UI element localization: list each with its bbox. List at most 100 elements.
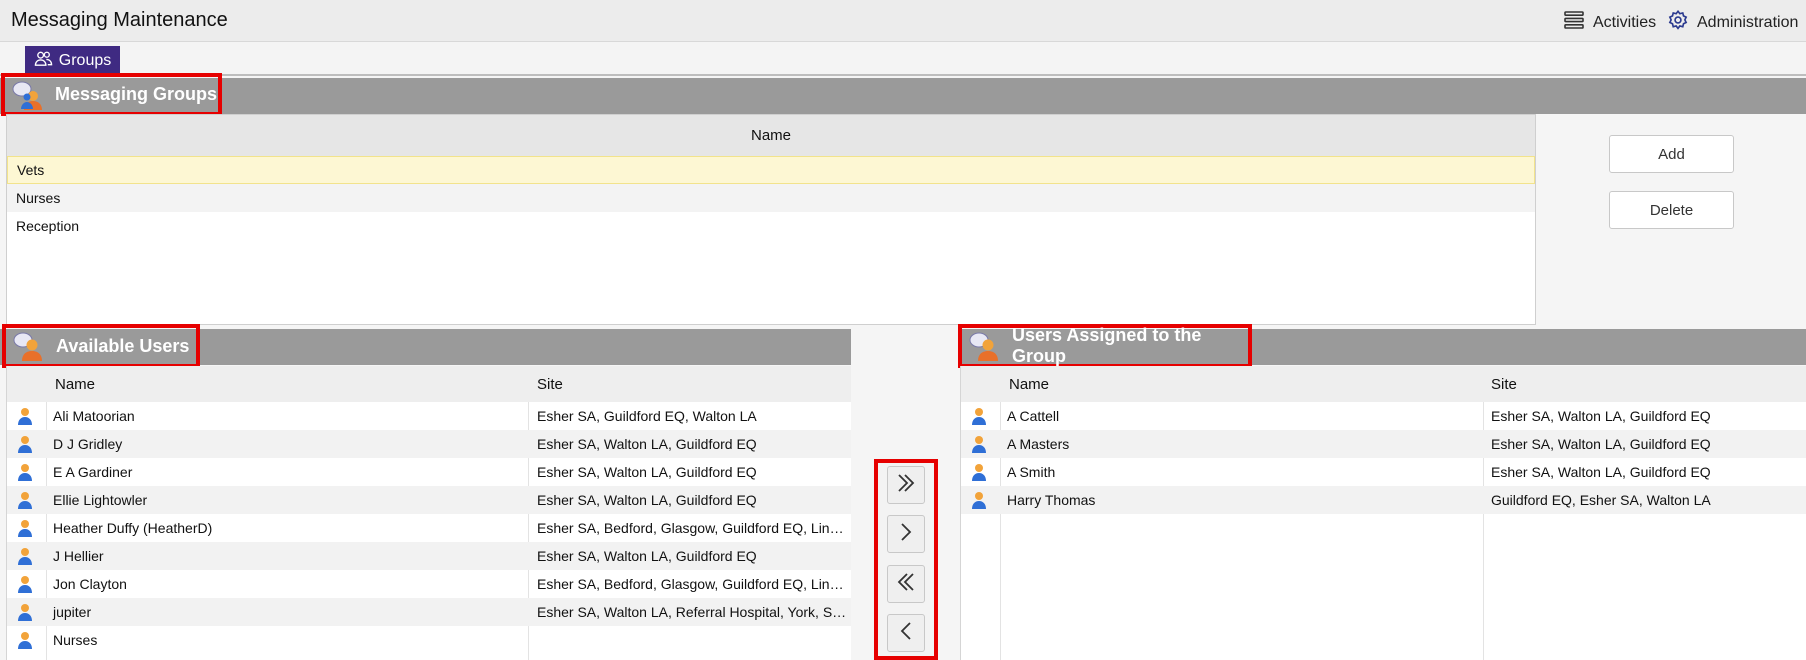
user-name: Jon Clayton: [53, 576, 127, 592]
user-row[interactable]: Ellie Lightowler Esher SA, Walton LA, Gui…: [7, 486, 851, 514]
user-icon: [17, 575, 33, 593]
user-row[interactable]: E A Gardiner Esher SA, Walton LA, Guildfo…: [7, 458, 851, 486]
available-users-rows: Ali Matoorian Esher SA, Guildford EQ, Wal…: [7, 402, 851, 654]
user-name: J Hellier: [53, 548, 104, 564]
user-row[interactable]: Jon Clayton Esher SA, Bedford, Glasgow, G…: [7, 570, 851, 598]
tab-groups-label: Groups: [58, 51, 112, 69]
messaging-group-icon: [11, 80, 45, 110]
user-row[interactable]: jupiter Esher SA, Walton LA, Referral Hos…: [7, 598, 851, 626]
available-users-table: Name Site Ali Matoorian Esher SA, Guildfo…: [6, 366, 851, 660]
user-site: Esher SA, Bedford, Glasgow, Guildford EQ…: [537, 520, 847, 536]
available-users-title-box: Available Users: [2, 324, 200, 368]
chevron-right-icon: [893, 519, 919, 550]
user-site: Esher SA, Bedford, Glasgow, Guildford EQ…: [537, 576, 847, 592]
users-group-icon: [12, 331, 46, 361]
activities-link[interactable]: Activities: [1563, 9, 1656, 36]
add-all-users-button[interactable]: [887, 466, 925, 504]
user-icon: [17, 547, 33, 565]
transfer-buttons-box: [874, 459, 938, 660]
assigned-users-title: Users Assigned to the Group: [1012, 325, 1202, 366]
users-icon: [34, 49, 53, 73]
user-row[interactable]: Harry Thomas Guildford EQ, Esher SA, Walt…: [961, 486, 1806, 514]
user-row[interactable]: Ali Matoorian Esher SA, Guildford EQ, Wal…: [7, 402, 851, 430]
user-name: Nurses: [53, 632, 98, 648]
group-name: Reception: [16, 218, 80, 234]
double-chevron-right-icon: [893, 470, 919, 501]
user-site: Esher SA, Walton LA, Guildford EQ: [1491, 464, 1711, 480]
user-row[interactable]: A Smith Esher SA, Walton LA, Guildford EQ: [961, 458, 1806, 486]
app-title: Messaging Maintenance: [11, 9, 228, 31]
user-name: Heather Duffy (HeatherD): [53, 520, 213, 536]
user-site: Esher SA, Walton LA, Guildford EQ: [1491, 408, 1711, 424]
user-site: Esher SA, Guildford EQ, Walton LA: [537, 408, 757, 424]
user-name: Ellie Lightowler: [53, 492, 148, 508]
user-name: jupiter: [53, 604, 92, 620]
users-group-icon: [968, 331, 1002, 361]
user-site: Esher SA, Walton LA, Referral Hospital, …: [537, 604, 847, 620]
user-icon: [17, 631, 33, 649]
user-name: A Cattell: [1007, 408, 1060, 424]
list-icon: [1563, 9, 1585, 36]
user-icon: [17, 435, 33, 453]
user-icon: [17, 491, 33, 509]
user-site: Esher SA, Walton LA, Guildford EQ: [1491, 436, 1711, 452]
available-users-table-header: Name Site: [7, 366, 851, 402]
name-column-header[interactable]: Name: [1009, 376, 1049, 393]
remove-all-users-button[interactable]: [887, 565, 925, 603]
user-site: Esher SA, Walton LA, Guildford EQ: [537, 464, 757, 480]
assigned-users-table: Name Site A Cattell Esher SA, Walton LA, …: [960, 366, 1806, 660]
gear-icon: [1667, 9, 1689, 36]
user-row[interactable]: A Cattell Esher SA, Walton LA, Guildford …: [961, 402, 1806, 430]
user-row[interactable]: A Masters Esher SA, Walton LA, Guildford …: [961, 430, 1806, 458]
user-name: Ali Matoorian: [53, 408, 135, 424]
group-row-vets[interactable]: Vets: [7, 156, 1535, 184]
group-row-reception[interactable]: Reception: [7, 212, 1535, 240]
user-row[interactable]: Heather Duffy (HeatherD) Esher SA, Bedfor…: [7, 514, 851, 542]
user-icon: [971, 463, 987, 481]
chevron-left-icon: [893, 618, 919, 649]
messaging-groups-table: Name Vets Nurses Reception: [6, 114, 1536, 325]
groups-column-header[interactable]: Name: [7, 115, 1535, 156]
user-icon: [17, 463, 33, 481]
add-button[interactable]: Add: [1609, 135, 1734, 173]
add-selected-user-button[interactable]: [887, 515, 925, 553]
group-name: Vets: [17, 162, 45, 178]
user-name: D J Gridley: [53, 436, 123, 452]
site-column-header[interactable]: Site: [537, 376, 563, 393]
administration-link[interactable]: Administration: [1667, 9, 1798, 36]
user-icon: [971, 407, 987, 425]
user-site: Esher SA, Walton LA, Guildford EQ: [537, 436, 757, 452]
delete-button[interactable]: Delete: [1609, 191, 1734, 229]
user-icon: [971, 491, 987, 509]
user-row[interactable]: Nurses: [7, 626, 851, 654]
user-icon: [971, 435, 987, 453]
site-column-header[interactable]: Site: [1491, 376, 1517, 393]
group-row-nurses[interactable]: Nurses: [7, 184, 1535, 212]
assigned-users-rows: A Cattell Esher SA, Walton LA, Guildford …: [961, 402, 1806, 514]
user-row[interactable]: J Hellier Esher SA, Walton LA, Guildford …: [7, 542, 851, 570]
messaging-groups-title: Messaging Groups: [55, 84, 218, 104]
group-name: Nurses: [16, 190, 61, 206]
user-icon: [17, 519, 33, 537]
administration-label: Administration: [1697, 13, 1799, 31]
name-column-header[interactable]: Name: [55, 376, 95, 393]
user-site: Esher SA, Walton LA, Guildford EQ: [537, 548, 757, 564]
user-icon: [17, 603, 33, 621]
messaging-groups-header: [0, 78, 1806, 114]
user-name: A Smith: [1007, 464, 1056, 480]
tab-strip: Groups: [0, 42, 1806, 76]
user-site: Esher SA, Walton LA, Guildford EQ: [537, 492, 757, 508]
activities-label: Activities: [1593, 13, 1657, 31]
messaging-groups-title-box: Messaging Groups: [1, 73, 222, 116]
user-site: Guildford EQ, Esher SA, Walton LA: [1491, 492, 1711, 508]
available-users-title: Available Users: [56, 335, 190, 356]
tab-groups[interactable]: Groups: [25, 46, 120, 75]
double-chevron-left-icon: [893, 569, 919, 600]
assigned-users-table-header: Name Site: [961, 366, 1806, 402]
user-name: A Masters: [1007, 436, 1070, 452]
top-bar: Messaging Maintenance Activities Adminis…: [0, 0, 1806, 42]
remove-selected-user-button[interactable]: [887, 614, 925, 652]
user-name: Harry Thomas: [1007, 492, 1096, 508]
assigned-users-title-box: Users Assigned to the Group: [958, 324, 1252, 368]
user-row[interactable]: D J Gridley Esher SA, Walton LA, Guildfor…: [7, 430, 851, 458]
